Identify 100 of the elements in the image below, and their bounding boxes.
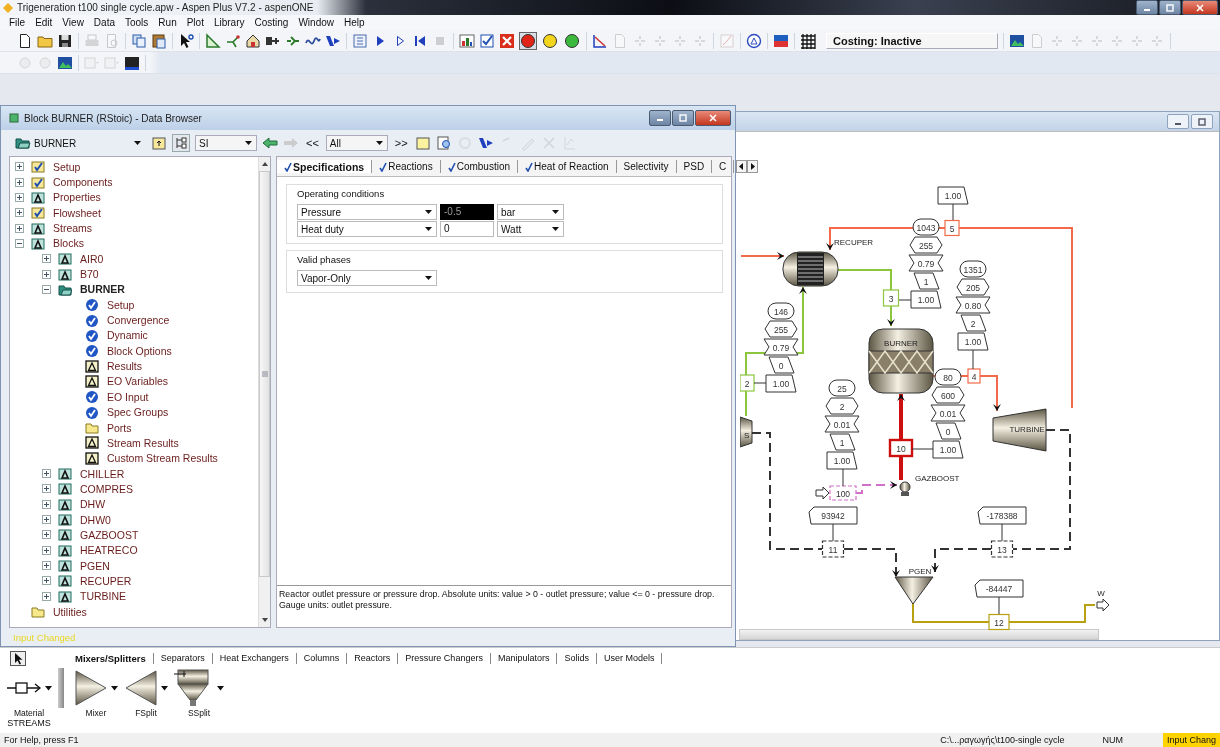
document-icon[interactable] — [17, 32, 33, 49]
minimize-button[interactable] — [1136, 0, 1158, 15]
spec-select[interactable]: Heat duty — [297, 221, 437, 237]
tab[interactable]: Selectivity — [616, 160, 677, 173]
monitor-icon[interactable] — [124, 54, 140, 71]
tree-item[interactable]: HEATRECO — [80, 544, 138, 557]
restore-icon[interactable] — [1197, 117, 1207, 126]
menu-item[interactable]: Plot — [181, 17, 209, 28]
maximize-button[interactable] — [1159, 0, 1181, 15]
maximize-icon[interactable] — [678, 114, 688, 122]
collapse-icon[interactable] — [14, 238, 24, 248]
tab[interactable]: Separators — [153, 652, 213, 664]
next-icon[interactable] — [477, 135, 494, 151]
scrollbar[interactable] — [258, 157, 270, 627]
tree-item[interactable]: BURNER — [80, 283, 125, 296]
close-button[interactable] — [695, 110, 731, 126]
graph-icon[interactable] — [592, 32, 608, 49]
value-field[interactable]: 0 — [440, 221, 494, 237]
tree-item[interactable]: Block Options — [107, 344, 172, 357]
menu-item[interactable]: Help — [339, 17, 370, 28]
expand-icon[interactable] — [41, 254, 51, 264]
minimize-button[interactable] — [649, 110, 671, 126]
pointer-icon[interactable] — [10, 650, 26, 666]
copy-icon[interactable] — [131, 32, 147, 49]
expand-icon[interactable] — [14, 208, 24, 218]
tab[interactable]: Heat Exchangers — [212, 652, 297, 664]
status-light-icon[interactable] — [541, 31, 559, 50]
phase-select[interactable]: Vapor-Only — [297, 270, 437, 286]
tab[interactable]: Specifications — [277, 160, 373, 173]
tab[interactable]: Reactors — [347, 652, 399, 664]
expand-icon[interactable] — [41, 515, 51, 525]
expand-icon[interactable] — [14, 162, 24, 172]
tab[interactable]: Combustion — [440, 160, 519, 173]
caret-icon[interactable] — [45, 685, 52, 691]
paste-icon[interactable] — [151, 32, 167, 49]
triangle-icon[interactable] — [74, 669, 108, 707]
tree-item[interactable]: DHW — [80, 498, 106, 511]
tree-item[interactable]: EO Variables — [107, 375, 169, 388]
tab[interactable]: C — [712, 160, 735, 173]
collapse-icon[interactable] — [41, 284, 51, 294]
expand-icon[interactable] — [41, 545, 51, 555]
tree-item[interactable]: Convergence — [107, 314, 170, 327]
tree-item[interactable]: Utilities — [53, 605, 87, 618]
expand-icon[interactable] — [41, 469, 51, 479]
expand-icon[interactable] — [41, 484, 51, 494]
caret-icon[interactable] — [111, 685, 118, 691]
units-select[interactable]: SI — [195, 135, 257, 151]
tree-item[interactable]: Flowsheet — [53, 206, 101, 219]
close-icon[interactable] — [1195, 3, 1205, 12]
close-icon[interactable] — [499, 32, 515, 49]
maximize-icon[interactable] — [1165, 3, 1175, 12]
tree-item[interactable]: COMPRES — [80, 482, 134, 495]
house-icon[interactable] — [245, 32, 261, 49]
menu-item[interactable]: File — [4, 17, 31, 28]
menu-item[interactable]: Library — [208, 17, 250, 28]
tree-item[interactable]: Dynamic — [107, 329, 148, 342]
scroll-up-icon[interactable] — [260, 161, 269, 167]
expand-icon[interactable] — [41, 561, 51, 571]
tree-item[interactable]: Streams — [53, 222, 93, 235]
scroll-down-icon[interactable] — [260, 617, 269, 623]
caret-icon[interactable] — [161, 685, 168, 691]
tab[interactable]: Pressure Changers — [398, 652, 491, 664]
next-button[interactable]: >> — [392, 137, 410, 149]
tree-item[interactable]: Setup — [107, 298, 135, 311]
previous-button[interactable]: << — [304, 137, 321, 149]
status-light-icon[interactable] — [563, 31, 581, 50]
find-icon[interactable] — [435, 135, 452, 151]
value-field[interactable]: -0.5 — [440, 204, 494, 220]
back-icon[interactable] — [262, 137, 278, 149]
tree-item[interactable]: TURBINE — [80, 590, 127, 603]
status-light-icon[interactable] — [519, 31, 537, 50]
tree-item[interactable]: Properties — [53, 191, 101, 204]
tree-item[interactable]: GAZBOOST — [80, 528, 139, 541]
chart-icon[interactable] — [459, 32, 475, 49]
expand-icon[interactable] — [14, 223, 24, 233]
tree-item[interactable]: PGEN — [80, 559, 110, 572]
menu-item[interactable]: Run — [153, 17, 182, 28]
tree-item[interactable]: B70 — [80, 268, 99, 281]
triangle-ruler-icon[interactable] — [205, 32, 221, 49]
ring-icon[interactable] — [746, 32, 762, 49]
expand-icon[interactable] — [41, 530, 51, 540]
expand-icon[interactable] — [14, 177, 24, 187]
image-icon[interactable] — [773, 32, 789, 49]
block-select[interactable]: BURNER — [11, 135, 146, 151]
save-icon[interactable] — [57, 32, 73, 49]
scrollbar[interactable] — [739, 629, 1099, 640]
picture-icon[interactable] — [1009, 32, 1025, 49]
unit-select[interactable]: Watt — [497, 221, 564, 237]
tab[interactable]: Reactions — [372, 160, 441, 173]
tab[interactable]: Heat of Reaction — [518, 160, 617, 173]
tree-item[interactable]: AIR0 — [80, 252, 104, 265]
expand-icon[interactable] — [41, 269, 51, 279]
maximize-button[interactable] — [672, 110, 694, 126]
tree-item[interactable]: Results — [107, 360, 142, 373]
expand-icon[interactable] — [14, 192, 24, 202]
up-folder-icon[interactable] — [151, 135, 167, 151]
unit-select[interactable]: bar — [497, 204, 564, 220]
tree-item[interactable]: Spec Groups — [107, 406, 169, 419]
tab[interactable]: Manipulators — [490, 652, 558, 664]
tree-view-icon[interactable] — [172, 134, 190, 152]
